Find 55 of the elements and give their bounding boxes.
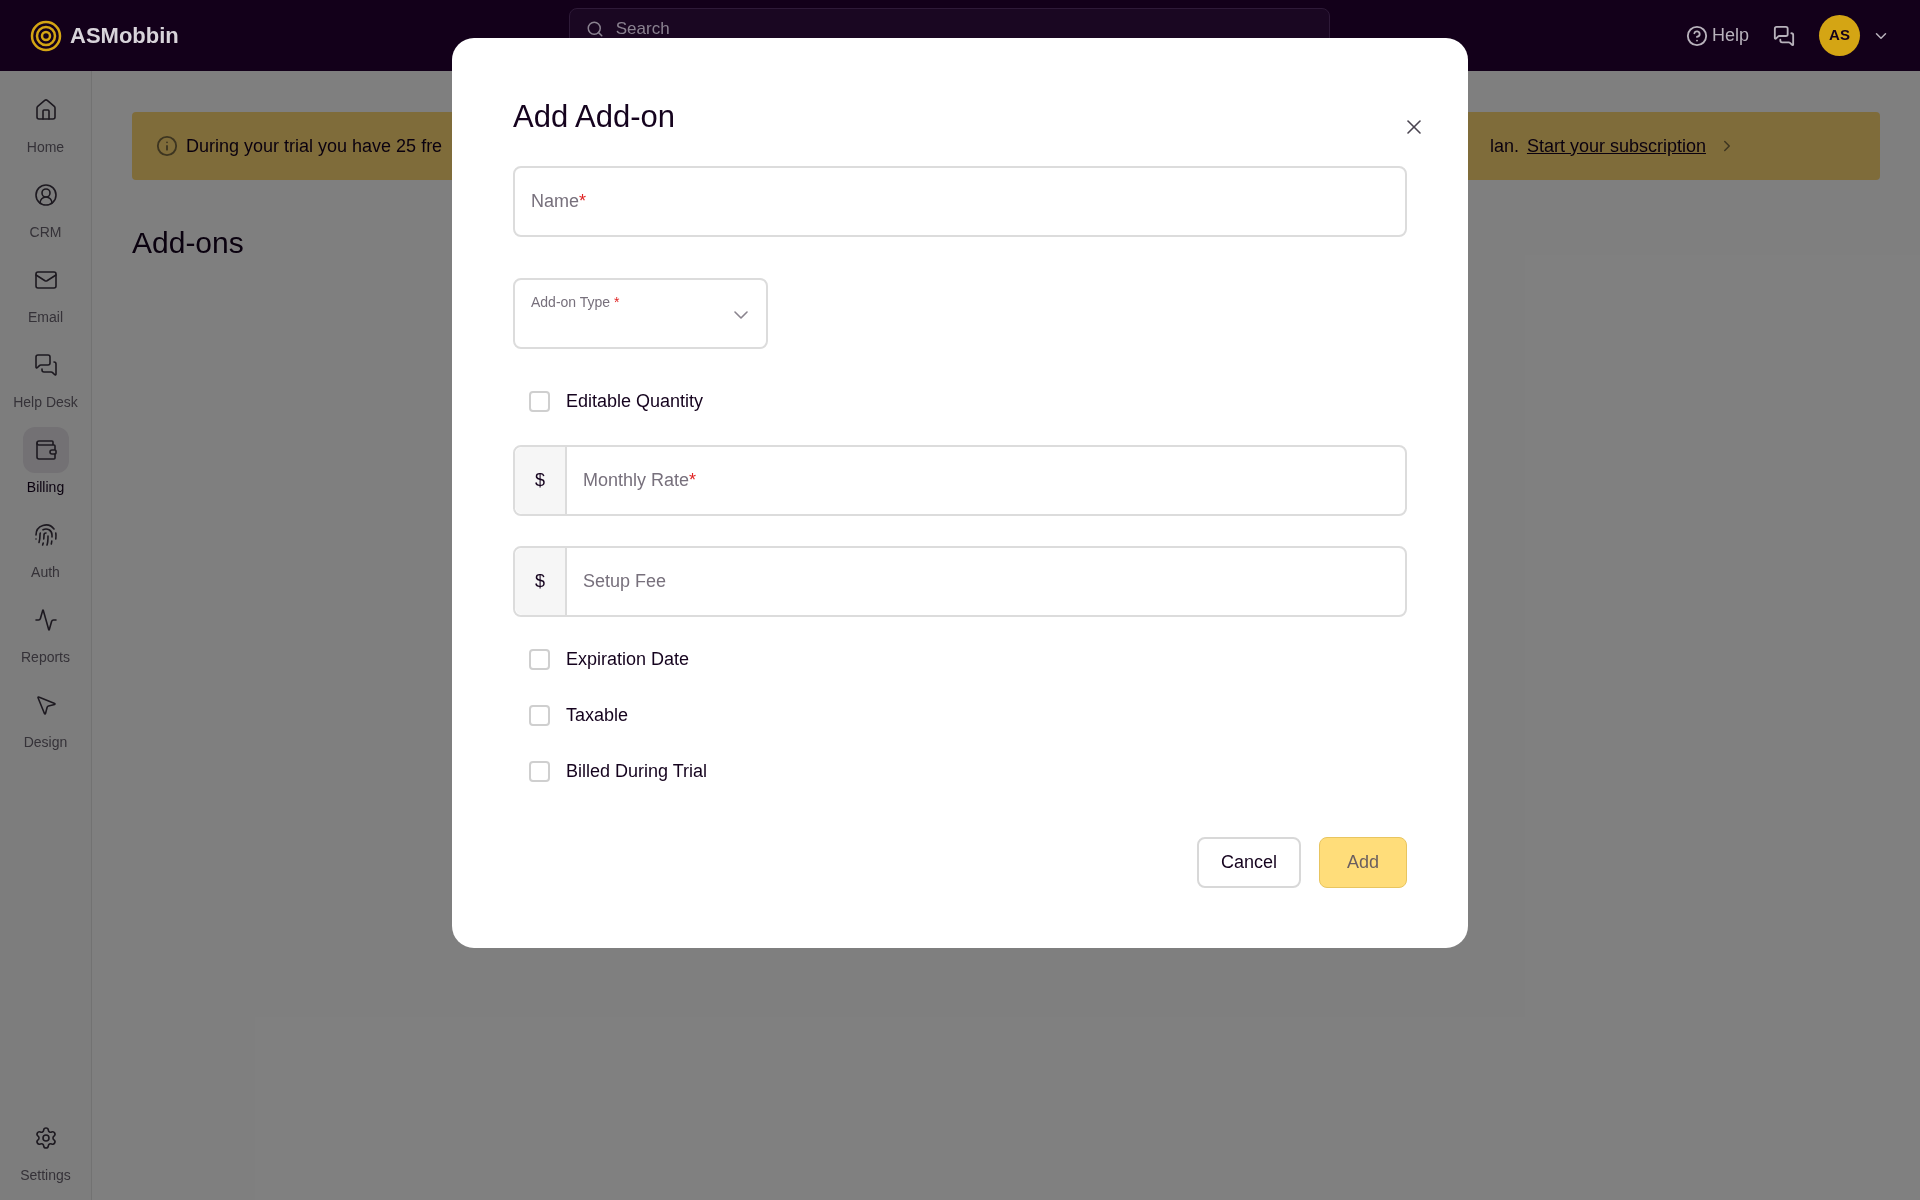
help-button[interactable]: Help — [1685, 22, 1749, 49]
sidebar-item[interactable]: Email — [0, 253, 91, 332]
sidebar-item[interactable]: Help Desk — [0, 338, 91, 417]
sidebar-item[interactable]: Home — [0, 83, 91, 162]
subscription-link[interactable]: Start your subscription — [1526, 132, 1706, 160]
page-title: Add-ons — [132, 225, 245, 261]
type-select[interactable]: Add-on Type * — [513, 277, 768, 349]
house-icon — [33, 98, 58, 122]
sidebar-item[interactable]: Settings — [0, 1111, 91, 1190]
required-asterisk: * — [614, 293, 620, 310]
settings-icon — [33, 1126, 58, 1150]
sidebar-item[interactable]: Design — [0, 678, 91, 757]
currency-prefix: $ — [515, 547, 567, 615]
required-asterisk: * — [689, 468, 697, 492]
currency-field[interactable]: $ Setup Fee — [513, 545, 1407, 617]
field-placeholder: Setup Fee — [583, 569, 667, 593]
currency-prefix: $ — [515, 446, 567, 514]
user-circle-icon — [33, 183, 58, 207]
wallet-icon — [33, 438, 58, 462]
name-field[interactable]: Name* — [513, 165, 1407, 237]
chat-bubbles-icon[interactable] — [1773, 24, 1795, 47]
field-placeholder: Monthly Rate — [583, 468, 690, 492]
checkbox-label: Taxable — [566, 704, 629, 728]
chart-line-icon — [33, 608, 58, 632]
dialog-title: Add Add-on — [513, 98, 677, 136]
sidebar-item[interactable]: Billing — [0, 423, 91, 502]
currency-field[interactable]: $ Monthly Rate* — [513, 444, 1407, 516]
checkbox[interactable] — [529, 705, 550, 727]
user-avatar[interactable]: AS — [1819, 15, 1860, 56]
brand-name: ASMobbin — [70, 22, 179, 50]
name-placeholder: Name — [531, 189, 579, 213]
banner-text: During your trial you have 25 fre — [186, 134, 443, 158]
checkbox-label: Expiration Date — [566, 648, 690, 672]
search-icon — [585, 20, 604, 38]
search-placeholder: Search — [615, 18, 670, 41]
checkbox-label: Editable Quantity — [566, 390, 704, 414]
chat-bubbles-icon — [33, 353, 58, 377]
fingerprint-icon — [33, 523, 58, 547]
info-icon — [156, 135, 178, 157]
logo-icon — [30, 19, 62, 52]
sidebar-item[interactable]: Reports — [0, 593, 91, 672]
envelope-icon — [33, 268, 58, 292]
cancel-button[interactable]: Cancel — [1197, 836, 1301, 888]
checkbox[interactable] — [529, 761, 550, 783]
help-icon — [1685, 24, 1708, 47]
checkbox[interactable] — [529, 391, 550, 413]
chevron-down-icon — [734, 310, 748, 319]
required-asterisk: * — [579, 189, 587, 213]
checkbox-label: Billed During Trial — [566, 760, 708, 784]
select-label: Add-on Type — [531, 293, 611, 310]
checkbox[interactable] — [529, 649, 550, 671]
banner-text: lan. — [1489, 134, 1519, 158]
add-button[interactable]: Add — [1319, 836, 1407, 888]
sidebar-item[interactable]: CRM — [0, 168, 91, 247]
sidebar-item[interactable]: Auth — [0, 508, 91, 587]
